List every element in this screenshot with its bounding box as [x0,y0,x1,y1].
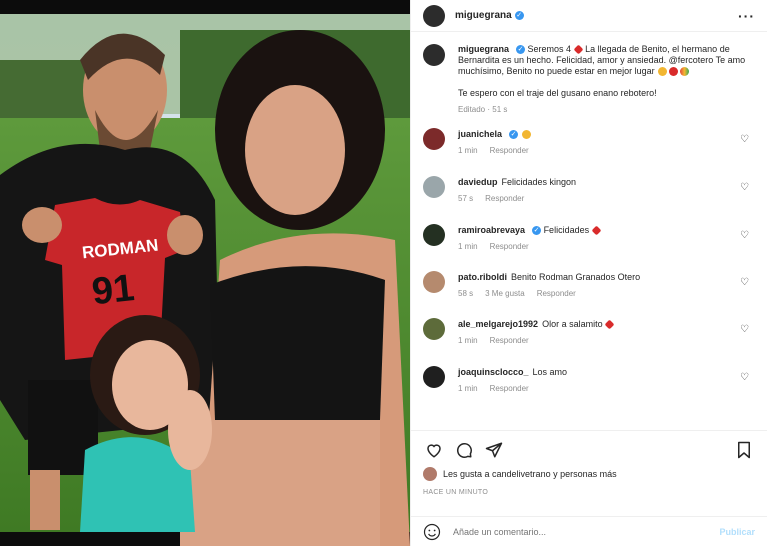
smiling-emoji-icon [521,130,531,140]
like-comment-heart-icon[interactable]: ♡ [740,182,749,193]
caption-username[interactable]: miguegrana [458,44,509,54]
comment-time: 1 min [458,146,478,155]
more-horizontal-icon[interactable]: ··· [738,8,755,24]
caption-text-3: Te espero con el traje del gusano enano … [458,88,657,98]
reply-button[interactable]: Responder [490,336,529,345]
avatar[interactable] [423,176,445,198]
save-bookmark-icon[interactable] [733,439,755,461]
comment-likes[interactable]: 3 Me gusta [485,289,525,298]
post-timestamp: HACE UN MINUTO [423,489,489,496]
avatar[interactable] [423,44,445,66]
red-heart-emoji-icon [591,225,602,236]
comment-time: 58 s [458,289,474,298]
instagram-post-view: RODMAN 91 miguegrana ✓ ··· miguegrana ✓ … [0,0,767,546]
publish-button[interactable]: Publicar [719,527,755,537]
verified-badge-icon: ✓ [532,226,542,236]
comment-bubble-icon[interactable] [453,439,475,461]
red-heart-emoji-icon [604,319,615,330]
header-username[interactable]: miguegrana [455,10,512,21]
comment-username[interactable]: juanichela [458,129,502,139]
avatar[interactable] [423,4,445,27]
add-comment-bar: Publicar [411,516,767,546]
reply-button[interactable]: Responder [537,289,576,298]
like-comment-heart-icon[interactable]: ♡ [740,324,749,335]
comment-username[interactable]: daviedup [458,177,498,187]
avatar[interactable] [423,318,445,340]
comment-time: 1 min [458,336,478,345]
red-heart-emoji-icon [573,44,584,55]
comment-item: daviedup Felicidades kingon 57 s Responder… [423,176,755,224]
like-comment-heart-icon[interactable]: ♡ [740,372,749,383]
comment-username[interactable]: pato.riboldi [458,272,507,282]
comment-username[interactable]: ramiroabrevaya [458,225,525,235]
family-photo-image: RODMAN 91 [0,0,410,546]
likes-summary[interactable]: Les gusta a candelivetrano y personas má… [443,469,617,479]
jersey-number-text: 91 [90,267,136,313]
share-send-icon[interactable] [483,439,505,461]
post-actions: Les gusta a candelivetrano y personas má… [411,430,767,496]
comment-item: ale_melgarejo1992 Olor a salamito 1 min Re… [423,318,755,366]
comment-username[interactable]: ale_melgarejo1992 [458,319,538,329]
avatar[interactable] [423,128,445,150]
rainbow-emoji-icon [680,67,690,77]
post-header: miguegrana ✓ ··· [411,0,767,32]
post-caption: miguegrana ✓ Seremos 4 La llegada de Beni… [423,44,755,114]
like-heart-icon[interactable] [423,439,445,461]
comment-item: juanichela ✓ 1 min Responder ♡ [423,128,755,176]
verified-badge-icon: ✓ [509,130,519,140]
comment-text: Benito Rodman Granados Otero [511,272,641,282]
avatar[interactable] [423,467,437,481]
anger-emoji-icon [669,67,679,77]
comment-input[interactable] [453,526,720,537]
reply-button[interactable]: Responder [490,384,529,393]
post-photo[interactable]: RODMAN 91 [0,0,410,546]
avatar[interactable] [423,224,445,246]
verified-badge-icon: ✓ [514,11,524,20]
comment-text: Felicidades [543,225,590,235]
comment-item: pato.riboldi Benito Rodman Granados Otero… [423,271,755,318]
caption-edited: Editado [458,105,486,114]
comment-time: 1 min [458,242,478,251]
comment-username[interactable]: joaquinsclocco_ [458,367,529,377]
smiling-emoji-icon [658,67,668,77]
like-comment-heart-icon[interactable]: ♡ [740,277,749,288]
comment-text: Olor a salamito [542,319,603,329]
reply-button[interactable]: Responder [490,242,529,251]
caption-text-1: Seremos 4 [527,44,572,54]
like-comment-heart-icon[interactable]: ♡ [740,134,749,145]
comment-item: joaquinsclocco_ Los amo 1 min Responder ♡ [423,366,755,406]
caption-time: 51 s [492,105,508,114]
comment-time: 1 min [458,384,478,393]
comment-text: Felicidades kingon [501,177,577,187]
reply-button[interactable]: Responder [490,146,529,155]
avatar[interactable] [423,271,445,293]
avatar[interactable] [423,366,445,388]
comment-item: ramiroabrevaya ✓ Felicidades 1 min Respond… [423,224,755,271]
comment-time: 57 s [458,194,474,203]
verified-badge-icon: ✓ [516,45,526,55]
comments-list[interactable]: miguegrana ✓ Seremos 4 La llegada de Beni… [411,44,767,430]
reply-button[interactable]: Responder [485,194,524,203]
comment-text: Los amo [532,367,568,377]
like-comment-heart-icon[interactable]: ♡ [740,230,749,241]
post-side-panel: miguegrana ✓ ··· miguegrana ✓ Seremos 4 L… [410,0,767,546]
emoji-picker-icon[interactable] [423,523,441,541]
